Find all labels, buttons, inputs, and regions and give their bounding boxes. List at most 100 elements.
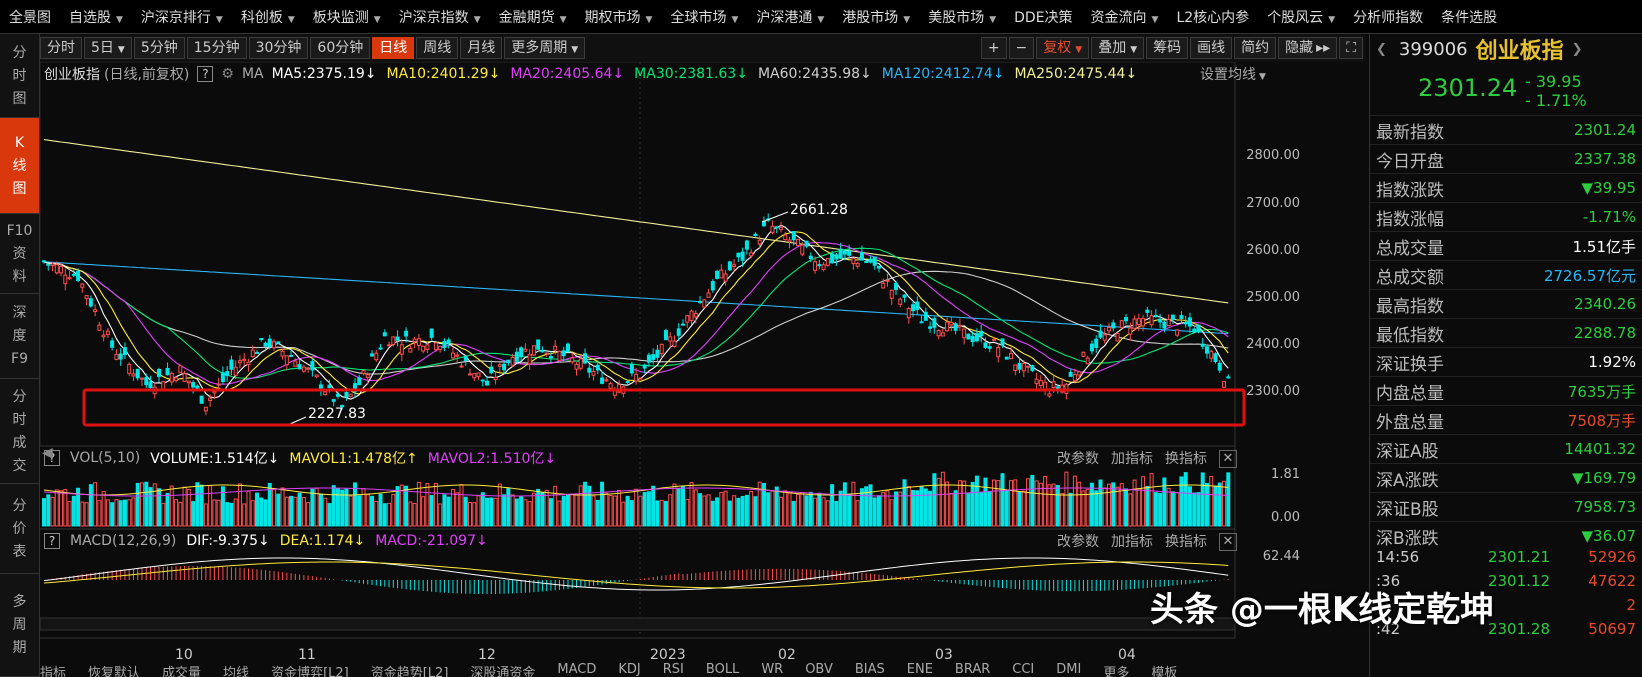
left-tab-0[interactable]: 分时图 <box>0 34 39 118</box>
sub-control-2[interactable]: 换指标 <box>1165 451 1207 467</box>
menu-item-16[interactable]: 分析师指数 <box>1344 7 1432 27</box>
menu-item-3[interactable]: 科创板 ▼ <box>232 7 304 27</box>
period-button-7[interactable]: 周线 <box>416 37 459 59</box>
period-button-8[interactable]: 月线 <box>460 37 503 59</box>
indicator-tab-0[interactable]: 指标 <box>40 662 66 677</box>
menu-item-2[interactable]: 沪深京排行 ▼ <box>132 7 232 27</box>
period-button-0[interactable]: 分时 <box>40 37 82 59</box>
menu-item-1[interactable]: 自选股 ▼ <box>60 7 132 27</box>
menu-item-10[interactable]: 港股市场 ▼ <box>833 7 919 27</box>
indicator-tab-15[interactable]: BRAR <box>955 662 990 677</box>
candle-body <box>646 354 651 363</box>
menu-item-12[interactable]: DDE决策 <box>1005 7 1081 27</box>
indicator-tab-2[interactable]: 成交量 <box>162 662 201 677</box>
candle-body <box>868 258 873 263</box>
candle-body <box>889 289 894 299</box>
sub-control-1[interactable]: 加指标 <box>1111 534 1153 550</box>
indicator-tab-11[interactable]: WR <box>761 662 783 677</box>
menu-item-17[interactable]: 条件选股 <box>1432 7 1506 27</box>
help-icon[interactable]: ? <box>44 533 60 549</box>
menu-item-13[interactable]: 资金流向 ▼ <box>1082 7 1168 27</box>
left-tab-1[interactable]: K线图 <box>0 118 39 214</box>
menu-item-11[interactable]: 美股市场 ▼ <box>919 7 1005 27</box>
menu-item-7[interactable]: 期权市场 ▼ <box>576 7 662 27</box>
candle-body <box>463 356 468 361</box>
menu-item-14[interactable]: L2核心内参 <box>1167 7 1258 27</box>
indicator-tab-17[interactable]: DMI <box>1056 662 1081 677</box>
indicator-tab-4[interactable]: 资金博弈[L2] <box>271 662 349 677</box>
indicator-tab-18[interactable]: 更多 <box>1103 662 1129 677</box>
period-button-6[interactable]: 日线 <box>372 37 415 59</box>
menu-item-5[interactable]: 沪深京指数 ▼ <box>390 7 490 27</box>
sub-control-2[interactable]: 换指标 <box>1165 534 1207 550</box>
help-icon[interactable]: ? <box>197 66 214 82</box>
volume-bar <box>1055 484 1060 527</box>
indicator-tab-7[interactable]: MACD <box>557 662 596 677</box>
sub-control-0[interactable]: 改参数 <box>1057 534 1099 550</box>
gear-icon[interactable]: ⚙ <box>221 66 234 82</box>
indicator-tab-1[interactable]: 恢复默认 <box>88 662 140 677</box>
menu-item-8[interactable]: 全球市场 ▼ <box>661 7 747 27</box>
prev-arrow-icon[interactable]: ❮ <box>1376 42 1387 57</box>
ma-settings-button[interactable]: 设置均线 ▼ <box>1200 64 1266 84</box>
close-icon[interactable]: ✕ <box>1219 450 1237 468</box>
sub-control-1[interactable]: 加指标 <box>1111 451 1153 467</box>
left-tab-6[interactable]: 多周期 <box>0 574 39 677</box>
volume-bar <box>54 489 59 527</box>
indicator-tab-12[interactable]: OBV <box>805 662 833 677</box>
tool-button-2[interactable]: 筹码 <box>1146 37 1189 59</box>
indicator-tab-6[interactable]: 深股通资金 <box>470 662 535 677</box>
sub-control-0[interactable]: 改参数 <box>1057 451 1099 467</box>
zoom-in-icon[interactable]: + <box>980 37 1007 59</box>
period-button-9[interactable]: 更多周期 ▼ <box>504 37 586 59</box>
candle-body <box>591 370 596 376</box>
current-price: 2301.24 <box>1418 74 1518 102</box>
volume-bar <box>1136 488 1141 527</box>
indicator-tab-16[interactable]: CCI <box>1012 662 1034 677</box>
chart-scrollbar[interactable] <box>40 617 1236 631</box>
quote-row: 最新指数 2301.24 <box>1370 115 1642 144</box>
menu-item-15[interactable]: 个股风云 ▼ <box>1258 7 1344 27</box>
left-tab-5[interactable]: 分价表 <box>0 484 39 574</box>
indicator-tab-5[interactable]: 资金趋势[L2] <box>371 662 449 677</box>
tool-button-4[interactable]: 简约 <box>1234 37 1277 59</box>
candle-body <box>46 263 51 266</box>
left-tab-3[interactable]: 深度 F9 <box>0 294 39 379</box>
menu-item-6[interactable]: 金融期货 ▼ <box>490 7 576 27</box>
candle-body <box>476 372 481 377</box>
indicator-tab-9[interactable]: RSI <box>663 662 684 677</box>
volume-bar <box>1060 493 1065 527</box>
period-button-5[interactable]: 60分钟 <box>310 37 371 59</box>
candle-body <box>1222 381 1227 388</box>
left-tab-2[interactable]: F10 资料 <box>0 214 39 294</box>
tool-button-0[interactable]: 复权 ▼ <box>1036 37 1090 59</box>
menu-item-9[interactable]: 沪深港通 ▼ <box>747 7 833 27</box>
fullscreen-icon[interactable]: ⛶ <box>1339 37 1363 59</box>
candle-body <box>821 264 826 271</box>
indicator-tab-19[interactable]: 模板 <box>1151 662 1177 677</box>
indicator-tab-14[interactable]: ENE <box>907 662 933 677</box>
period-button-3[interactable]: 15分钟 <box>186 37 247 59</box>
indicator-tab-3[interactable]: 均线 <box>223 662 249 677</box>
menu-item-label: 全球市场 <box>670 9 727 26</box>
next-arrow-icon[interactable]: ❯ <box>1572 42 1583 57</box>
candle-body <box>583 353 588 364</box>
quote-value: 7958.73 <box>1573 498 1636 516</box>
candle-body <box>182 373 187 382</box>
menu-item-0[interactable]: 全景图 <box>0 7 60 27</box>
collapse-left-arrow[interactable]: ◀ <box>42 445 53 461</box>
left-tab-4[interactable]: 分时成交 <box>0 379 39 484</box>
period-button-2[interactable]: 5分钟 <box>133 37 185 59</box>
indicator-tab-8[interactable]: KDJ <box>618 662 640 677</box>
period-button-1[interactable]: 5日 ▼ <box>84 37 132 59</box>
zoom-out-icon[interactable]: − <box>1008 37 1035 59</box>
volume-bar <box>625 495 630 527</box>
tool-button-3[interactable]: 画线 <box>1190 37 1233 59</box>
tool-button-1[interactable]: 叠加 ▼ <box>1091 37 1145 59</box>
tool-button-5[interactable]: 隐藏 ▸▸ <box>1278 37 1338 59</box>
indicator-tab-10[interactable]: BOLL <box>706 662 739 677</box>
period-button-4[interactable]: 30分钟 <box>248 37 309 59</box>
menu-item-4[interactable]: 板块监测 ▼ <box>304 7 390 27</box>
indicator-tab-13[interactable]: BIAS <box>855 662 885 677</box>
close-icon[interactable]: ✕ <box>1219 533 1237 551</box>
